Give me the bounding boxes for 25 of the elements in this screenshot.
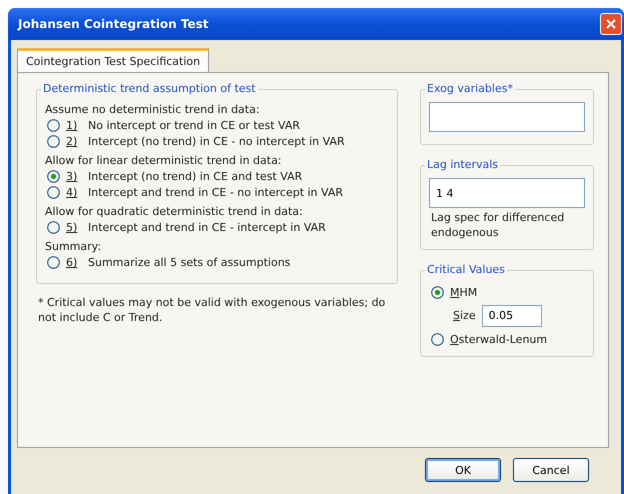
section-heading: Summary: bbox=[45, 240, 102, 253]
radio-option[interactable]: 3) Intercept (no trend) in CE and test VAR bbox=[47, 170, 389, 183]
lag-input-field[interactable]: 1 4 bbox=[429, 178, 585, 208]
size-label: Size bbox=[453, 309, 476, 322]
dialog-button[interactable]: Cancel bbox=[513, 458, 589, 482]
group-title: Deterministic trend assumption of test bbox=[41, 82, 258, 95]
group-title: Lag intervals bbox=[425, 158, 500, 171]
size-input-field[interactable]: 0.05 bbox=[482, 304, 542, 327]
section-heading: Assume no deterministic trend in data: bbox=[45, 103, 261, 116]
group-title: Exog variables* bbox=[425, 82, 515, 95]
radio-option[interactable]: 2) Intercept (no trend) in CE - no intercept in VAR bbox=[47, 135, 389, 148]
radio-option[interactable]: 6) Summarize all 5 sets of assumptions bbox=[47, 256, 389, 269]
radio-option[interactable]: 4) Intercept and trend in CE - no intercept in VAR bbox=[47, 186, 389, 199]
lag-note: Lag spec for differenced endogenous bbox=[430, 211, 566, 241]
section-heading: Allow for linear deterministic trend in data: bbox=[45, 154, 283, 167]
window-title: Johansen Cointegration Test bbox=[18, 17, 209, 31]
radio-option[interactable]: 1) No intercept or trend in CE or test VAR bbox=[47, 119, 389, 132]
footnote: * Critical values may not be valid with exogenous variables; do not include C or Trend. bbox=[37, 296, 386, 326]
tab[interactable]: Cointegration Test Specification bbox=[17, 48, 210, 72]
dialog-button[interactable]: OK bbox=[425, 458, 501, 482]
section-heading: Allow for quadratic deterministic trend in data: bbox=[45, 205, 304, 218]
radio-option[interactable]: 5) Intercept and trend in CE - intercept in VAR bbox=[47, 221, 389, 234]
radio-option[interactable]: Osterwald-Lenum bbox=[431, 332, 585, 346]
group-title: Critical Values bbox=[425, 262, 507, 276]
radio-option[interactable]: MHM bbox=[431, 286, 585, 299]
